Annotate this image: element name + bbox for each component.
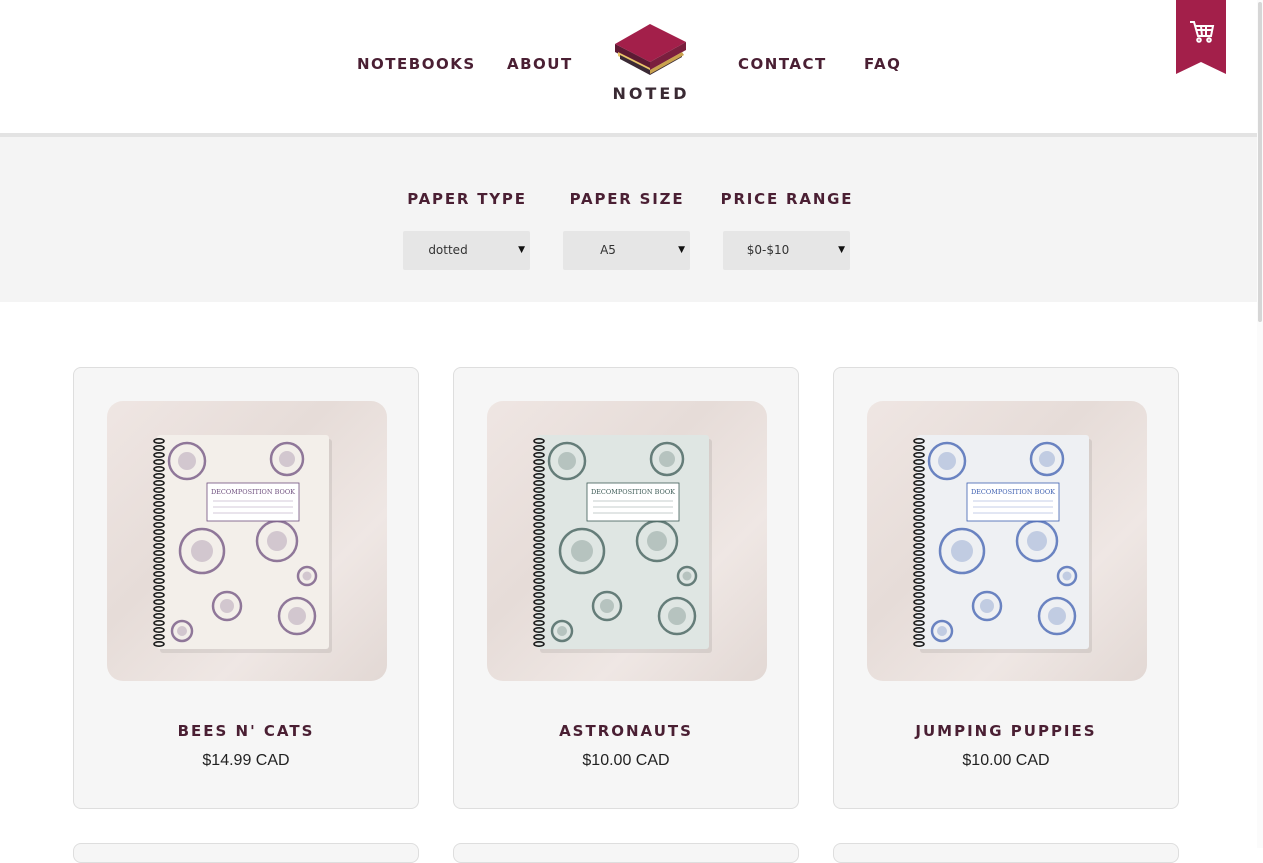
dropdown-arrow-icon: ▼ [838, 245, 845, 255]
nav-contact[interactable]: CONTACT [738, 55, 827, 73]
product-image[interactable]: DECOMPOSITION BOOK [487, 401, 767, 681]
product-price: $10.00 CAD [962, 752, 1050, 769]
product-price: $10.00 CAD [582, 752, 670, 769]
product-card[interactable]: DECOMPOSITION BOOK ASTRONAUTS $10.00 CAD [453, 367, 799, 809]
nav-about[interactable]: ABOUT [507, 55, 573, 73]
product-title[interactable]: JUMPING PUPPIES [834, 722, 1178, 740]
product-card[interactable]: DECOMPOSITION BOOK JUMPING PUPPIES $10.00 … [833, 367, 1179, 809]
product-card[interactable] [73, 843, 419, 863]
dropdown-arrow-icon: ▼ [518, 245, 525, 255]
product-title[interactable]: BEES N' CATS [74, 722, 418, 740]
filter-bar: PAPER TYPE dotted ▼ PAPER SIZE A5 ▼ PRIC… [0, 137, 1257, 302]
dropdown-arrow-icon: ▼ [678, 245, 685, 255]
product-price: $14.99 CAD [202, 752, 290, 769]
filter-label-price-range: PRICE RANGE [720, 190, 854, 208]
product-image[interactable]: DECOMPOSITION BOOK [107, 401, 387, 681]
notebook-cover-illustration: DECOMPOSITION BOOK [533, 435, 712, 653]
notebook-cover-illustration: DECOMPOSITION BOOK [913, 435, 1092, 653]
product-card[interactable] [833, 843, 1179, 863]
product-card[interactable] [453, 843, 799, 863]
paper-type-select[interactable]: dotted ▼ [403, 231, 530, 270]
cover-label-text: DECOMPOSITION BOOK [591, 488, 675, 496]
product-image[interactable]: DECOMPOSITION BOOK [867, 401, 1147, 681]
product-title[interactable]: ASTRONAUTS [454, 722, 798, 740]
cart-ribbon-shape [1176, 0, 1226, 74]
product-card[interactable]: DECOMPOSITION BOOK BEES N' CATS $14.99 CAD [73, 367, 419, 809]
price-range-select[interactable]: $0-$10 ▼ [723, 231, 850, 270]
site-header: NOTEBOOKS ABOUT NOTED CONTACT FAQ [0, 0, 1257, 137]
stacked-notebooks-logo-icon [615, 24, 686, 75]
paper-size-select[interactable]: A5 ▼ [563, 231, 690, 270]
filter-label-paper-size: PAPER SIZE [569, 190, 685, 208]
filter-label-paper-type: PAPER TYPE [407, 190, 527, 208]
paper-type-value: dotted [428, 243, 468, 257]
nav-notebooks[interactable]: NOTEBOOKS [357, 55, 476, 73]
logo-text: NOTED [612, 84, 690, 103]
scrollbar-thumb[interactable] [1258, 2, 1262, 322]
cart-button[interactable] [1176, 0, 1226, 74]
paper-size-value: A5 [600, 243, 616, 257]
notebook-cover-illustration: DECOMPOSITION BOOK [153, 435, 332, 653]
nav-faq[interactable]: FAQ [864, 55, 901, 73]
site-logo[interactable]: NOTED [612, 22, 688, 106]
price-range-value: $0-$10 [746, 243, 790, 257]
cover-label-text: DECOMPOSITION BOOK [211, 488, 295, 496]
cover-label-text: DECOMPOSITION BOOK [971, 488, 1055, 496]
